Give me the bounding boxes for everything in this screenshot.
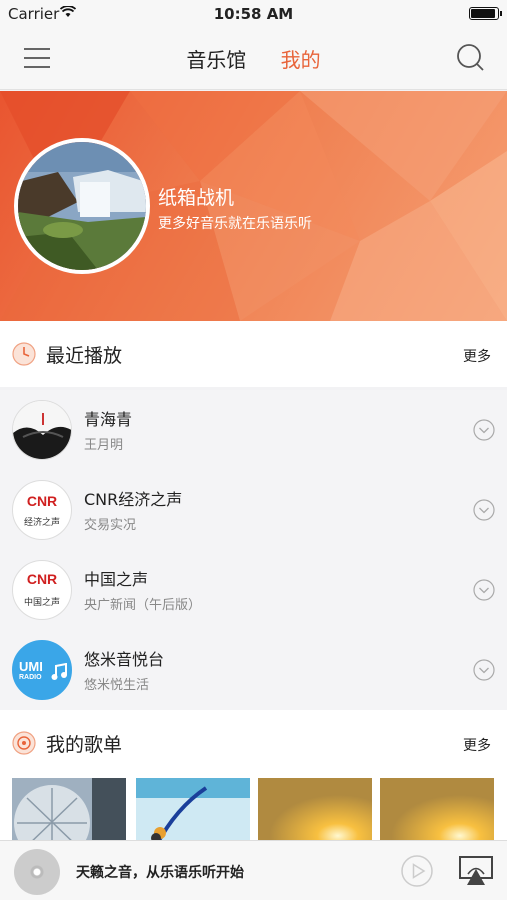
list-item[interactable]: 青海青 王月明: [0, 390, 507, 470]
playlists-header: 我的歌单 更多: [0, 710, 507, 776]
sunset-photo: [258, 778, 372, 846]
recent-header: 最近播放 更多: [0, 321, 507, 387]
item-subtitle: 悠米悦生活: [84, 678, 150, 693]
cnr-logo: CNR: [26, 571, 58, 587]
playlist-grid: [0, 776, 507, 846]
playlist-cover[interactable]: [12, 778, 126, 846]
battery-icon: [469, 7, 502, 20]
play-icon[interactable]: [401, 855, 433, 887]
profile-name[interactable]: 纸箱战机: [158, 183, 234, 210]
playlists-title: 我的歌单: [46, 734, 123, 756]
fan-photo: [12, 778, 126, 846]
item-subtitle: 交易实况: [84, 518, 137, 533]
chevron-down-icon[interactable]: [473, 419, 495, 441]
item-title: 悠米音悦台: [84, 650, 165, 669]
playlist-cover[interactable]: [380, 778, 494, 846]
playlist-cover[interactable]: [258, 778, 372, 846]
album-disc-icon[interactable]: [14, 849, 60, 895]
list-item[interactable]: UMI RADIO 悠米音悦台 悠米悦生活: [0, 630, 507, 710]
clock: 10:58 AM: [213, 5, 294, 23]
item-thumbnail: CNR 经济之声: [12, 480, 72, 540]
recent-more-link[interactable]: 更多: [463, 346, 491, 366]
airplay-icon[interactable]: [458, 855, 494, 887]
tab-music-hall[interactable]: 音乐馆: [186, 44, 246, 73]
mini-player: 天籁之音，从乐语乐听开始: [0, 840, 507, 900]
logo-caption: 中国之声: [23, 598, 60, 608]
profile-banner[interactable]: 纸箱战机 更多好音乐就在乐语乐听: [0, 91, 507, 321]
item-subtitle: 央广新闻（午后版）: [84, 598, 202, 613]
clock-icon: [12, 342, 36, 366]
avatar[interactable]: [14, 138, 150, 274]
ink-art-image: [13, 401, 71, 459]
playlists-more-link[interactable]: 更多: [463, 735, 491, 755]
player-message: 天籁之音，从乐语乐听开始: [76, 865, 244, 881]
recent-list: 青海青 王月明 CNR 经济之声 CNR经济之声 交易实况 CNR 中国之声 中…: [0, 390, 507, 710]
vinyl-icon: [12, 731, 36, 755]
item-subtitle: 王月明: [84, 438, 124, 453]
logo-caption: RADIO: [19, 674, 42, 681]
item-title: CNR经济之声: [84, 490, 183, 509]
recent-title: 最近播放: [46, 345, 123, 367]
cnr-logo: CNR: [26, 493, 58, 509]
list-item[interactable]: CNR 中国之声 中国之声 央广新闻（午后版）: [0, 550, 507, 630]
search-icon[interactable]: [455, 42, 485, 72]
nav-tabs: 音乐馆 我的: [0, 44, 507, 73]
item-title: 中国之声: [84, 570, 149, 589]
item-title: 青海青: [84, 410, 133, 429]
chevron-down-icon[interactable]: [473, 499, 495, 521]
tab-mine[interactable]: 我的: [281, 44, 321, 73]
item-thumbnail: [12, 400, 72, 460]
diver-photo: [136, 778, 250, 846]
chevron-down-icon[interactable]: [473, 659, 495, 681]
status-bar: Carrier 10:58 AM: [0, 0, 507, 28]
waterfall-photo: [18, 142, 146, 270]
profile-subtitle: 更多好音乐就在乐语乐听: [158, 216, 312, 232]
item-thumbnail: CNR 中国之声: [12, 560, 72, 620]
playlist-cover[interactable]: [136, 778, 250, 846]
logo-caption: 经济之声: [23, 518, 60, 528]
list-item[interactable]: CNR 经济之声 CNR经济之声 交易实况: [0, 470, 507, 550]
item-thumbnail: UMI RADIO: [12, 640, 72, 700]
umi-logo: UMI: [19, 659, 43, 674]
sunset-photo: [380, 778, 494, 846]
chevron-down-icon[interactable]: [473, 579, 495, 601]
music-note-icon: [51, 663, 67, 680]
top-nav: 音乐馆 我的: [0, 28, 507, 90]
